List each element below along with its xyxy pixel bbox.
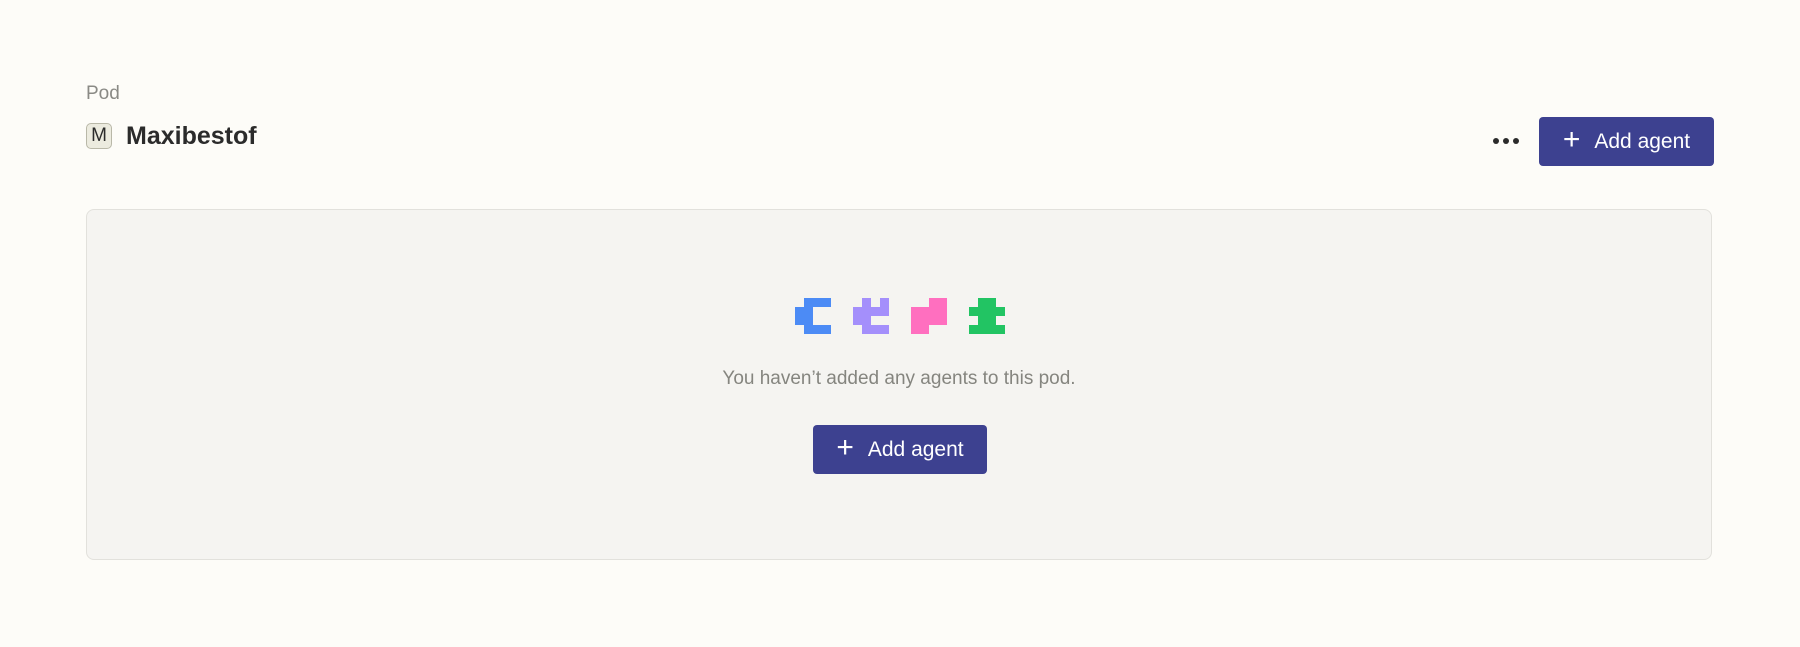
purple-agent-icon: [853, 298, 889, 334]
section-label: Pod: [86, 83, 120, 104]
add-agent-label: Add agent: [867, 437, 964, 461]
more-dot-icon: [1503, 138, 1509, 144]
green-agent-icon: [969, 298, 1005, 334]
empty-state-message: You haven’t added any agents to this pod…: [722, 368, 1076, 389]
page-title: Maxibestof: [126, 122, 257, 150]
add-agent-button-empty-state[interactable]: + Add agent: [813, 425, 987, 474]
pink-agent-icon: [911, 298, 947, 334]
blue-agent-icon: [795, 298, 831, 334]
more-dot-icon: [1513, 138, 1519, 144]
add-agent-label: Add agent: [1594, 129, 1691, 153]
more-options-button[interactable]: [1482, 126, 1530, 156]
agent-icons: [795, 298, 1005, 334]
plus-icon: +: [1562, 123, 1581, 156]
empty-state-panel: You haven’t added any agents to this pod…: [86, 209, 1712, 560]
add-agent-button[interactable]: + Add agent: [1539, 117, 1714, 166]
pod-avatar: M: [86, 123, 112, 149]
plus-icon: +: [836, 431, 854, 464]
page-header: M Maxibestof: [86, 120, 257, 152]
more-dot-icon: [1493, 138, 1499, 144]
